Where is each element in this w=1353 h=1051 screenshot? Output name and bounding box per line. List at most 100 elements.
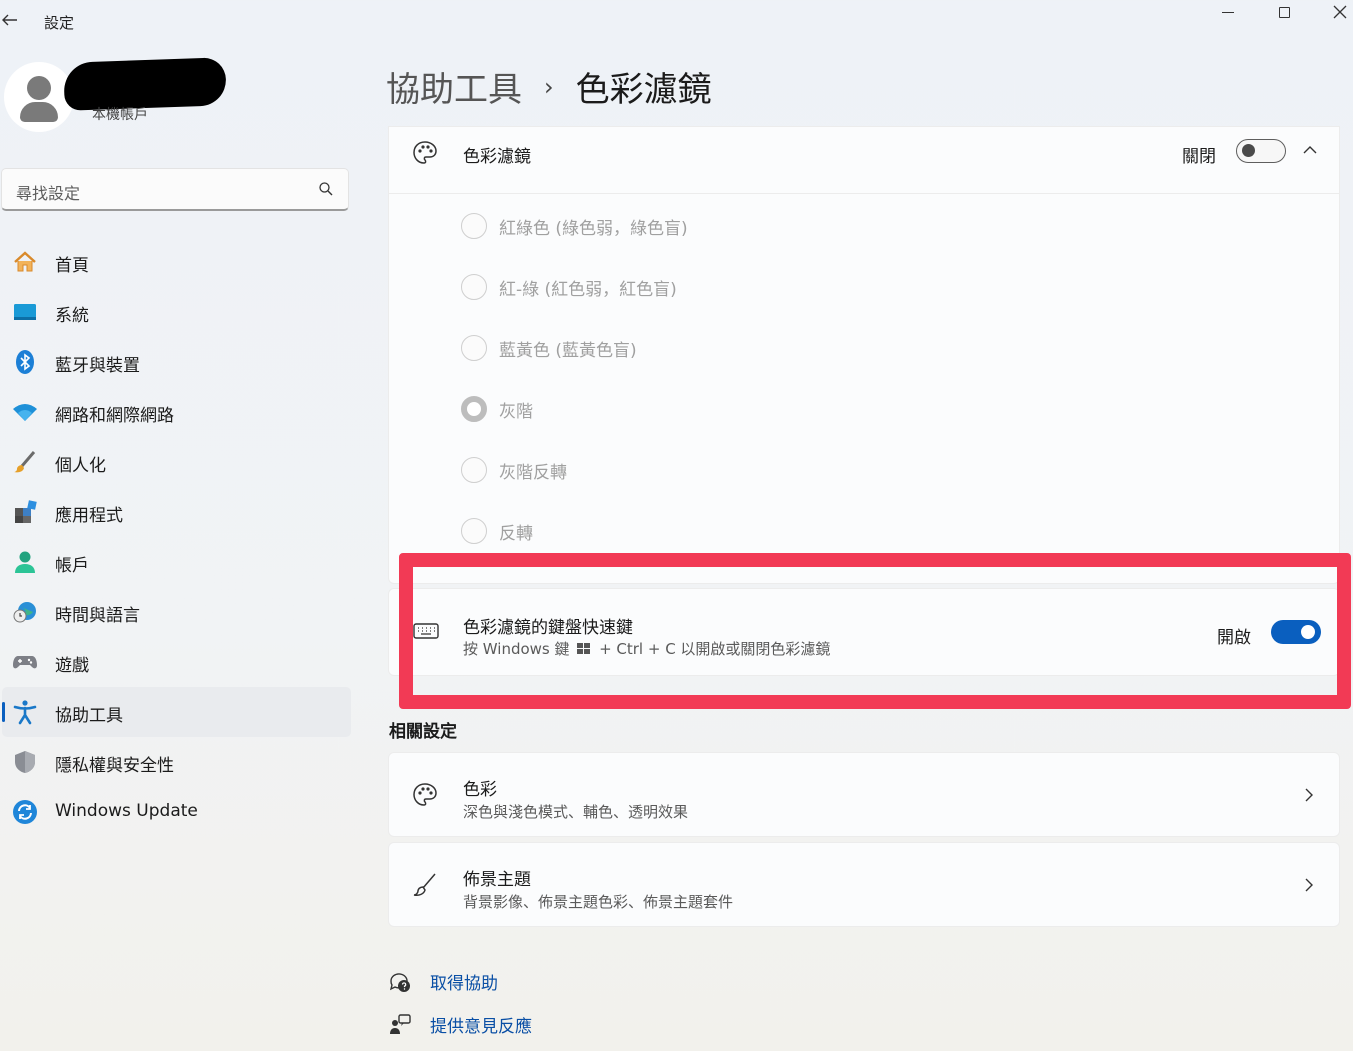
radio-option-deuteranopia[interactable]: 紅綠色 (綠色弱，綠色盲) xyxy=(461,211,688,241)
sidebar-item-label: 時間與語言 xyxy=(55,606,140,626)
back-arrow-icon[interactable] xyxy=(0,10,22,32)
clock-globe-icon xyxy=(12,599,38,625)
sidebar-item-time-language[interactable]: 時間與語言 xyxy=(0,587,352,637)
home-icon xyxy=(12,249,38,275)
color-filter-card: 色彩濾鏡 關閉 紅綠色 (綠色弱，綠色盲) 紅-綠 (紅色弱，紅色盲) 藍黃色 … xyxy=(388,126,1340,584)
get-help-link[interactable]: 取得協助 xyxy=(388,969,498,994)
app-title: 設定 xyxy=(44,14,75,32)
wifi-icon xyxy=(12,399,38,425)
user-profile[interactable]: 本機帳戶 xyxy=(2,57,362,140)
color-filter-toggle[interactable] xyxy=(1236,139,1286,163)
sidebar-item-label: 應用程式 xyxy=(55,506,123,526)
sidebar-item-home[interactable]: 首頁 xyxy=(0,237,352,287)
page-title: 色彩濾鏡 xyxy=(575,70,712,110)
apps-icon xyxy=(12,499,38,525)
help-icon xyxy=(389,972,410,992)
update-icon xyxy=(12,799,38,825)
chevron-up-icon[interactable] xyxy=(1301,141,1319,159)
radio-label: 灰階反轉 xyxy=(499,462,567,483)
color-filter-toggle-label: 關閉 xyxy=(1182,147,1216,167)
breadcrumb-separator: › xyxy=(544,72,554,101)
radio-button-selected[interactable] xyxy=(461,396,487,422)
breadcrumb-parent[interactable]: 協助工具 xyxy=(386,62,522,111)
maximize-button[interactable] xyxy=(1264,0,1304,24)
sidebar-item-network[interactable]: 網路和網際網路 xyxy=(0,387,352,437)
sidebar-nav: 首頁 系統 藍牙與裝置 網路和網際網路 個人化 應用程式 帳戶 時間與語言 遊戲… xyxy=(0,237,352,837)
radio-button[interactable] xyxy=(461,518,487,544)
related-item-description: 背景影像、佈景主題色彩、佈景主題套件 xyxy=(463,893,734,911)
sidebar-item-label: Windows Update xyxy=(55,801,198,821)
radio-option-protanopia[interactable]: 紅-綠 (紅色弱，紅色盲) xyxy=(461,272,677,302)
accessibility-icon xyxy=(12,699,38,725)
sidebar-item-windows-update[interactable]: Windows Update xyxy=(0,787,352,837)
color-filter-header[interactable]: 色彩濾鏡 關閉 xyxy=(389,127,1339,194)
related-item-colors[interactable]: 色彩 深色與淺色模式、輔色、透明效果 xyxy=(388,752,1340,837)
gamepad-icon xyxy=(12,649,38,675)
active-indicator xyxy=(2,702,5,722)
sidebar-item-gaming[interactable]: 遊戲 xyxy=(0,637,352,687)
highlight-annotation-box xyxy=(399,553,1351,709)
radio-label: 反轉 xyxy=(499,523,533,544)
related-item-description: 深色與淺色模式、輔色、透明效果 xyxy=(463,803,689,821)
radio-label: 紅-綠 (紅色弱，紅色盲) xyxy=(499,279,677,300)
radio-option-tritanopia[interactable]: 藍黃色 (藍黃色盲) xyxy=(461,333,637,363)
sidebar-item-label: 個人化 xyxy=(55,456,106,476)
related-item-themes[interactable]: 佈景主題 背景影像、佈景主題色彩、佈景主題套件 xyxy=(388,842,1340,927)
radio-option-grayscale-inverted[interactable]: 灰階反轉 xyxy=(461,455,567,485)
breadcrumb: 協助工具 › 色彩濾鏡 xyxy=(386,62,712,111)
feedback-link[interactable]: 提供意見反應 xyxy=(388,1012,532,1037)
account-type: 本機帳戶 xyxy=(92,107,148,123)
title-bar: 設定 xyxy=(0,0,1353,44)
sidebar-item-label: 隱私權與安全性 xyxy=(55,756,174,776)
color-filter-title: 色彩濾鏡 xyxy=(463,147,531,167)
radio-button[interactable] xyxy=(461,213,487,239)
radio-label: 紅綠色 (綠色弱，綠色盲) xyxy=(499,218,688,239)
avatar xyxy=(4,62,74,132)
minimize-icon xyxy=(1222,11,1234,13)
sidebar-item-label: 首頁 xyxy=(55,256,89,276)
search-placeholder: 尋找設定 xyxy=(16,184,81,203)
related-settings-heading: 相關設定 xyxy=(389,722,457,742)
brush-icon xyxy=(12,449,38,475)
account-icon xyxy=(12,549,38,575)
sidebar-item-bluetooth[interactable]: 藍牙與裝置 xyxy=(0,337,352,387)
sidebar-item-apps[interactable]: 應用程式 xyxy=(0,487,352,537)
radio-option-grayscale[interactable]: 灰階 xyxy=(461,394,533,424)
radio-label: 灰階 xyxy=(499,401,533,422)
sidebar-item-system[interactable]: 系統 xyxy=(0,287,352,337)
maximize-icon xyxy=(1278,6,1290,18)
related-item-title: 色彩 xyxy=(463,780,497,800)
sidebar-item-label: 協助工具 xyxy=(55,706,123,726)
search-input[interactable]: 尋找設定 xyxy=(1,168,349,211)
sidebar-item-privacy[interactable]: 隱私權與安全性 xyxy=(0,737,352,787)
feedback-icon xyxy=(390,1013,411,1034)
radio-option-inverted[interactable]: 反轉 xyxy=(461,516,533,546)
redacted-username xyxy=(63,57,227,111)
minimize-button[interactable] xyxy=(1208,0,1248,24)
get-help-text: 取得協助 xyxy=(430,974,498,994)
sidebar-item-accessibility[interactable]: 協助工具 xyxy=(2,687,351,737)
radio-button[interactable] xyxy=(461,274,487,300)
radio-label: 藍黃色 (藍黃色盲) xyxy=(499,340,637,361)
sidebar-item-label: 遊戲 xyxy=(55,656,89,676)
related-item-title: 佈景主題 xyxy=(463,870,531,890)
system-icon xyxy=(12,299,38,325)
sidebar-item-label: 系統 xyxy=(55,306,89,326)
sidebar-item-label: 藍牙與裝置 xyxy=(55,356,140,376)
feedback-text: 提供意見反應 xyxy=(430,1017,532,1037)
brush-icon xyxy=(413,873,436,896)
close-button[interactable] xyxy=(1320,0,1353,24)
radio-button[interactable] xyxy=(461,335,487,361)
sidebar-item-accounts[interactable]: 帳戶 xyxy=(0,537,352,587)
search-icon[interactable] xyxy=(318,181,334,197)
close-icon xyxy=(1333,5,1347,19)
bluetooth-icon xyxy=(12,349,38,375)
shield-icon xyxy=(12,749,38,775)
radio-button[interactable] xyxy=(461,457,487,483)
sidebar-item-label: 網路和網際網路 xyxy=(55,406,174,426)
sidebar-item-personalization[interactable]: 個人化 xyxy=(0,437,352,487)
sidebar-item-label: 帳戶 xyxy=(55,556,89,576)
chevron-right-icon xyxy=(1305,878,1313,892)
palette-icon xyxy=(413,783,437,806)
chevron-right-icon xyxy=(1305,788,1313,802)
